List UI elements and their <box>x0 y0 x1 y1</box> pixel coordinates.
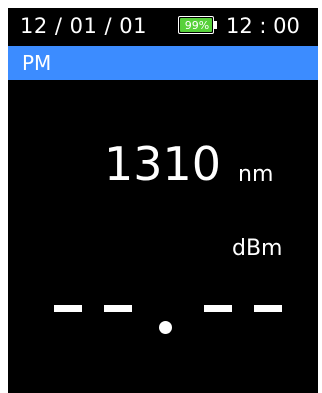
reading-dash-4 <box>254 305 282 312</box>
battery-body: 99% <box>178 16 214 34</box>
reading-dash-2 <box>104 305 132 312</box>
reading-decimal-point <box>159 321 172 334</box>
reading-dash-3 <box>204 305 232 312</box>
mode-label: PM <box>22 51 52 75</box>
mode-bar: PM <box>8 46 318 80</box>
status-bar: 12 / 01 / 01 99% 12 : 00 <box>8 8 318 44</box>
date-display: 12 / 01 / 01 <box>20 14 148 38</box>
battery-icon: 99% <box>178 16 218 34</box>
time-display: 12 : 00 <box>226 14 300 38</box>
wavelength-value: 1310 <box>104 137 222 191</box>
reading-dash-1 <box>54 305 82 312</box>
wavelength-unit: nm <box>238 162 274 187</box>
battery-level: 99% <box>184 19 210 32</box>
battery-tip <box>214 21 217 29</box>
power-unit: dBm <box>232 236 283 261</box>
power-meter-screen: 12 / 01 / 01 99% 12 : 00 PM 1310 nm dBm … <box>8 8 318 393</box>
